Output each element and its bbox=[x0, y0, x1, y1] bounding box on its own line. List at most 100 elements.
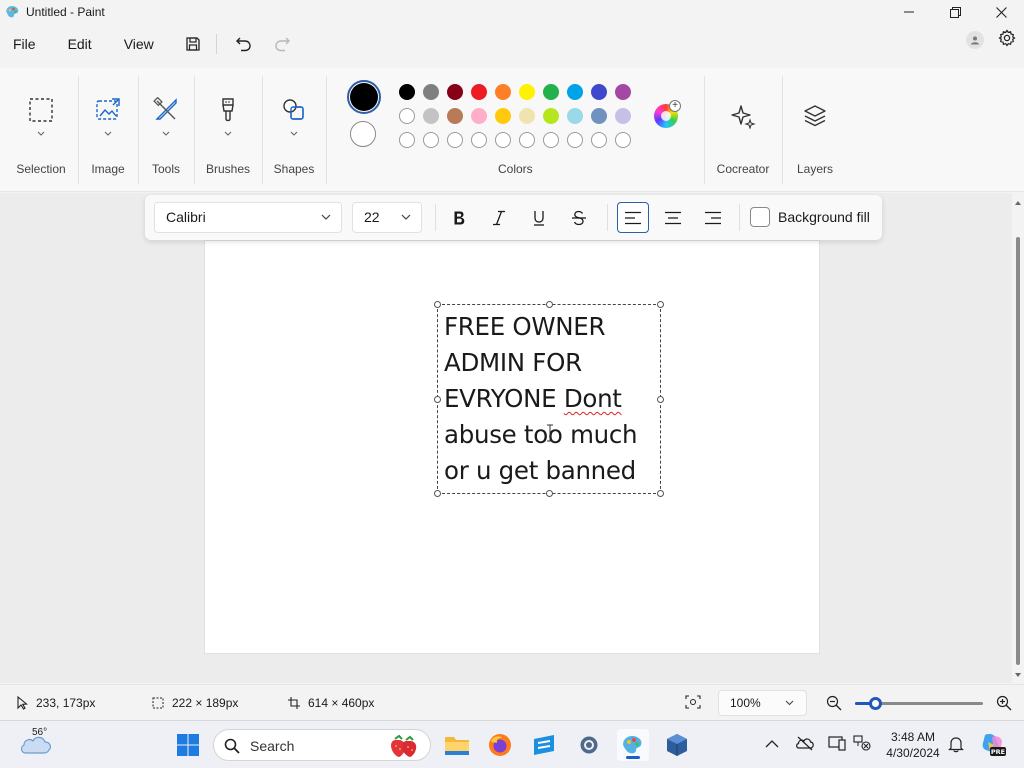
custom-color-slot[interactable] bbox=[519, 132, 535, 148]
color-swatch[interactable] bbox=[543, 108, 559, 124]
firefox-button[interactable] bbox=[484, 729, 516, 761]
brushes-group[interactable]: Brushes bbox=[198, 68, 258, 192]
font-family-dropdown[interactable]: Calibri bbox=[154, 202, 342, 233]
color-swatch[interactable] bbox=[495, 108, 511, 124]
menu-edit[interactable]: Edit bbox=[62, 29, 98, 59]
color-swatch[interactable] bbox=[399, 84, 415, 100]
color-swatch[interactable] bbox=[399, 108, 415, 124]
zoom-slider-thumb[interactable] bbox=[869, 697, 883, 710]
paint-taskbar-button[interactable] bbox=[617, 729, 649, 761]
vertical-scrollbar[interactable] bbox=[1012, 193, 1024, 683]
settings-app-button[interactable] bbox=[573, 729, 605, 761]
file-explorer-button[interactable] bbox=[441, 729, 473, 761]
font-size-dropdown[interactable]: 22 bbox=[352, 202, 422, 233]
minimize-button[interactable] bbox=[886, 0, 932, 24]
color-swatch[interactable] bbox=[615, 108, 631, 124]
zoom-out-button[interactable] bbox=[826, 695, 842, 714]
color-swatch[interactable] bbox=[423, 108, 439, 124]
color-swatch[interactable] bbox=[519, 108, 535, 124]
color-swatch[interactable] bbox=[567, 108, 583, 124]
account-button[interactable] bbox=[966, 30, 984, 49]
align-right-button[interactable] bbox=[697, 202, 729, 233]
color-swatch[interactable] bbox=[471, 84, 487, 100]
strikethrough-button[interactable] bbox=[563, 202, 595, 233]
fit-to-window-button[interactable] bbox=[685, 695, 701, 712]
text-box[interactable]: FREE OWNER ADMIN FOR EVRYONE Dont abuse … bbox=[434, 301, 664, 497]
undo-button[interactable] bbox=[229, 29, 259, 59]
scrollbar-thumb[interactable] bbox=[1016, 237, 1020, 665]
layers-group[interactable]: Layers bbox=[788, 68, 842, 192]
menu-view[interactable]: View bbox=[118, 29, 160, 59]
redo-button[interactable] bbox=[267, 29, 297, 59]
cocreator-group[interactable]: Cocreator bbox=[710, 68, 776, 192]
selection-group[interactable]: Selection bbox=[13, 68, 69, 192]
notifications-button[interactable] bbox=[948, 735, 964, 756]
virtualbox-button[interactable] bbox=[661, 729, 693, 761]
start-button[interactable] bbox=[172, 729, 204, 761]
menu-file[interactable]: File bbox=[7, 29, 42, 59]
chevron-down-icon bbox=[401, 214, 411, 220]
italic-button[interactable] bbox=[483, 202, 515, 233]
zoom-in-button[interactable] bbox=[996, 695, 1012, 714]
custom-color-slot[interactable] bbox=[447, 132, 463, 148]
color-swatch[interactable] bbox=[423, 84, 439, 100]
resize-handle[interactable] bbox=[546, 301, 553, 308]
resize-handle[interactable] bbox=[657, 396, 664, 403]
resize-handle[interactable] bbox=[546, 490, 553, 497]
show-hidden-icons-button[interactable] bbox=[765, 737, 779, 752]
taskbar: 56° Search 3:48 AM 4/30/2024 PRE bbox=[0, 720, 1024, 768]
close-button[interactable] bbox=[978, 0, 1024, 24]
color-swatch[interactable] bbox=[543, 84, 559, 100]
display-button[interactable] bbox=[828, 735, 846, 754]
taskbar-clock[interactable]: 3:48 AM 4/30/2024 bbox=[878, 729, 948, 761]
color-swatch[interactable] bbox=[591, 84, 607, 100]
brush-icon bbox=[222, 98, 234, 122]
resize-handle[interactable] bbox=[434, 490, 441, 497]
color-swatch[interactable] bbox=[447, 108, 463, 124]
underline-button[interactable] bbox=[523, 202, 555, 233]
color-swatch[interactable] bbox=[471, 108, 487, 124]
image-group[interactable]: Image bbox=[82, 68, 134, 192]
color-swatch[interactable] bbox=[519, 84, 535, 100]
primary-color-swatch[interactable] bbox=[350, 83, 378, 111]
resize-handle[interactable] bbox=[657, 490, 664, 497]
custom-color-slot[interactable] bbox=[543, 132, 559, 148]
color-swatch[interactable] bbox=[447, 84, 463, 100]
bold-button[interactable] bbox=[443, 202, 475, 233]
align-center-button[interactable] bbox=[657, 202, 689, 233]
save-button[interactable] bbox=[178, 29, 208, 59]
resize-handle[interactable] bbox=[434, 396, 441, 403]
custom-color-slot[interactable] bbox=[423, 132, 439, 148]
network-button[interactable] bbox=[853, 735, 871, 754]
taskbar-search[interactable]: Search bbox=[213, 729, 431, 761]
resize-handle[interactable] bbox=[434, 301, 441, 308]
align-left-button[interactable] bbox=[617, 202, 649, 233]
restore-button[interactable] bbox=[932, 0, 978, 24]
tools-group[interactable]: Tools bbox=[142, 68, 190, 192]
color-swatch[interactable] bbox=[615, 84, 631, 100]
secondary-color-swatch[interactable] bbox=[350, 121, 376, 147]
custom-color-slot[interactable] bbox=[591, 132, 607, 148]
color-swatch[interactable] bbox=[567, 84, 583, 100]
text-box-content[interactable]: FREE OWNER ADMIN FOR EVRYONE Dont abuse … bbox=[444, 309, 658, 489]
cursor-position-value: 233, 173px bbox=[36, 696, 96, 710]
shapes-group[interactable]: Shapes bbox=[266, 68, 322, 192]
custom-color-slot[interactable] bbox=[399, 132, 415, 148]
custom-color-slot[interactable] bbox=[495, 132, 511, 148]
onedrive-button[interactable] bbox=[795, 735, 815, 754]
zoom-dropdown[interactable]: 100% bbox=[718, 690, 807, 716]
custom-color-slot[interactable] bbox=[567, 132, 583, 148]
copilot-button[interactable]: PRE bbox=[980, 731, 1006, 760]
zoom-slider[interactable] bbox=[855, 697, 983, 710]
custom-color-slot[interactable] bbox=[471, 132, 487, 148]
scroll-down-icon[interactable] bbox=[1014, 671, 1022, 679]
cloud-offline-icon bbox=[796, 736, 814, 751]
color-swatch[interactable] bbox=[591, 108, 607, 124]
scroll-up-icon[interactable] bbox=[1014, 199, 1022, 207]
background-fill-checkbox[interactable] bbox=[750, 207, 770, 227]
custom-color-slot[interactable] bbox=[615, 132, 631, 148]
color-swatch[interactable] bbox=[495, 84, 511, 100]
resize-handle[interactable] bbox=[657, 301, 664, 308]
settings-button[interactable] bbox=[998, 29, 1016, 50]
roblox-studio-button[interactable] bbox=[528, 729, 560, 761]
